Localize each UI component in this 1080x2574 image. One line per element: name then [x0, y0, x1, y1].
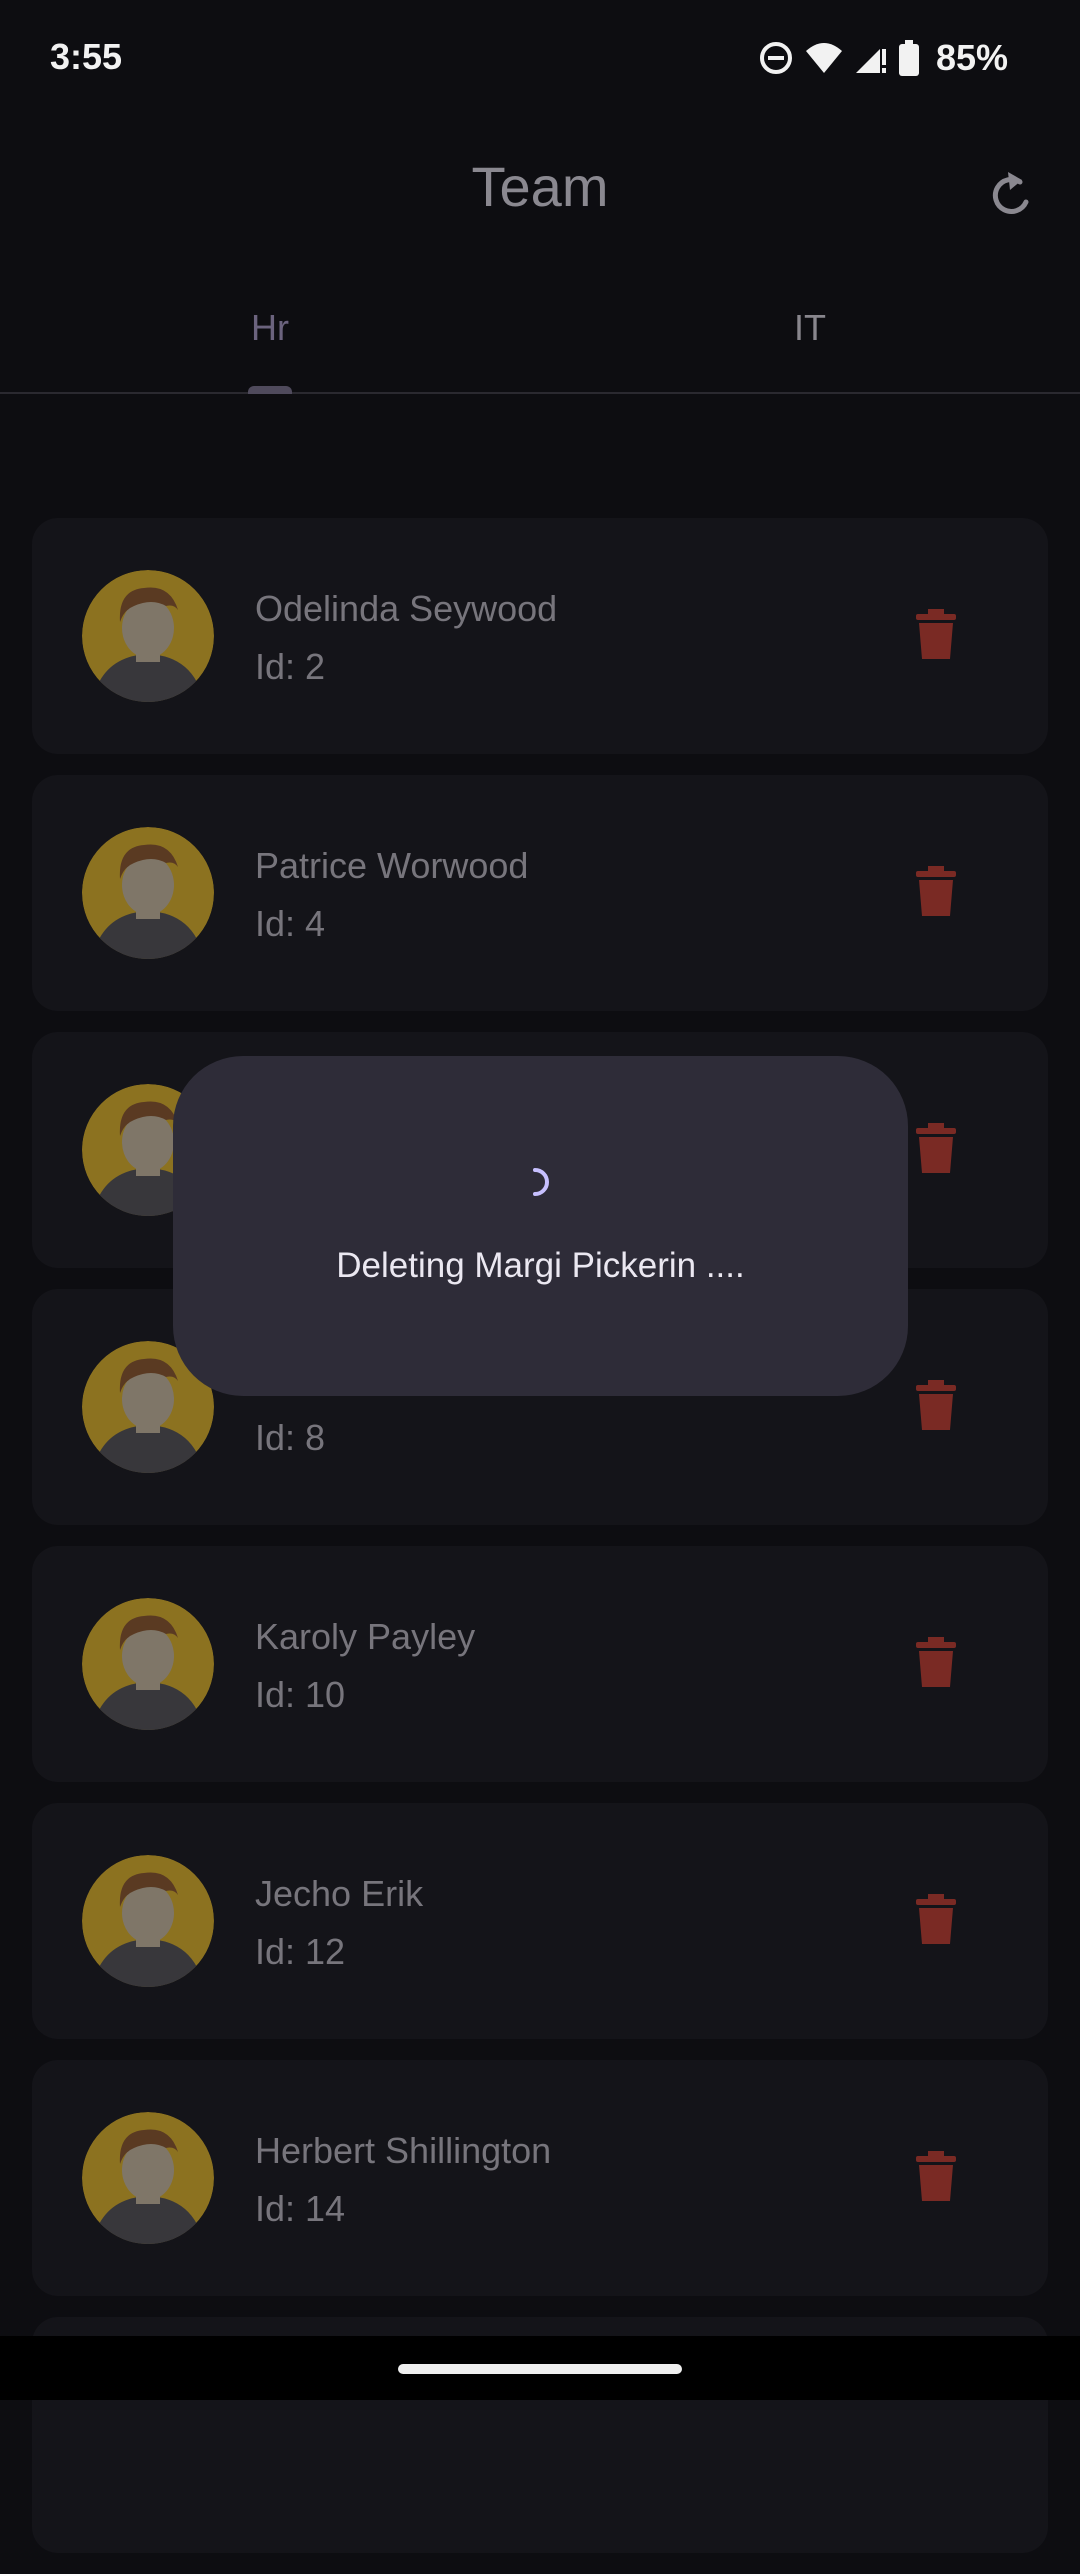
trash-icon: [916, 1636, 956, 1692]
signal-icon: [854, 41, 888, 75]
delete-button[interactable]: [904, 1889, 968, 1953]
trash-icon: [916, 865, 956, 921]
list-item[interactable]: Herbert Shillington Id: 14: [32, 2060, 1048, 2296]
employee-name: Odelinda Seywood: [255, 588, 558, 629]
trash-icon: [916, 608, 956, 664]
list-item[interactable]: Karoly Payley Id: 10: [32, 1546, 1048, 1782]
status-icons: 85%: [758, 34, 1008, 82]
battery-percentage: 85%: [935, 37, 1008, 78]
trash-icon: [916, 1893, 956, 1949]
employee-id: Id: 14: [255, 2188, 346, 2229]
tab-it[interactable]: IT: [540, 264, 1080, 392]
dialog-message: Deleting Margi Pickerin ....: [336, 1246, 745, 1285]
list-item[interactable]: Jecho Erik Id: 12: [32, 1803, 1048, 2039]
avatar: [82, 2112, 214, 2244]
refresh-icon: [984, 166, 1040, 227]
employee-name: Jecho Erik: [255, 1873, 424, 1914]
wifi-icon: [804, 41, 844, 75]
do-not-disturb-icon: [758, 40, 794, 76]
trash-icon: [916, 2150, 956, 2206]
refresh-button[interactable]: [972, 156, 1052, 236]
tab-hr[interactable]: Hr: [0, 264, 540, 392]
avatar: [82, 1855, 214, 1987]
employee-id: Id: 8: [255, 1417, 326, 1458]
avatar: [82, 827, 214, 959]
employee-name: Herbert Shillington: [255, 2130, 552, 2171]
status-bar: 3:55 85%: [0, 0, 1080, 118]
trash-icon: [916, 1122, 956, 1178]
trash-icon: [916, 1379, 956, 1435]
delete-button[interactable]: [904, 2146, 968, 2210]
page-title: Team: [471, 155, 609, 218]
loading-spinner-icon: [521, 1164, 557, 1200]
battery-icon: [898, 40, 920, 76]
employee-id: Id: 10: [255, 1674, 346, 1715]
employee-id: Id: 12: [255, 1931, 346, 1972]
delete-button[interactable]: [904, 1632, 968, 1696]
employee-name: Karoly Payley: [255, 1616, 476, 1657]
list-item[interactable]: Patrice Worwood Id: 4: [32, 775, 1048, 1011]
delete-button[interactable]: [904, 604, 968, 668]
status-time: 3:55: [50, 36, 123, 77]
progress-dialog: Deleting Margi Pickerin ....: [173, 1056, 908, 1396]
employee-id: Id: 2: [255, 646, 326, 687]
navigation-bar: [0, 2336, 1080, 2400]
home-gesture-handle[interactable]: [398, 2364, 682, 2374]
delete-button[interactable]: [904, 861, 968, 925]
avatar: [82, 570, 214, 702]
app-bar: Team: [0, 118, 1080, 264]
employee-id: Id: 4: [255, 903, 326, 944]
list-item[interactable]: Odelinda Seywood Id: 2: [32, 518, 1048, 754]
tab-bar: Hr IT: [0, 264, 1080, 394]
employee-list: Odelinda Seywood Id: 2 Patrice Worwood I…: [32, 518, 1048, 2574]
employee-name: Patrice Worwood: [255, 845, 529, 886]
delete-button[interactable]: [904, 1375, 968, 1439]
avatar: [82, 1598, 214, 1730]
tab-indicator: [248, 386, 292, 394]
delete-button[interactable]: [904, 1118, 968, 1182]
